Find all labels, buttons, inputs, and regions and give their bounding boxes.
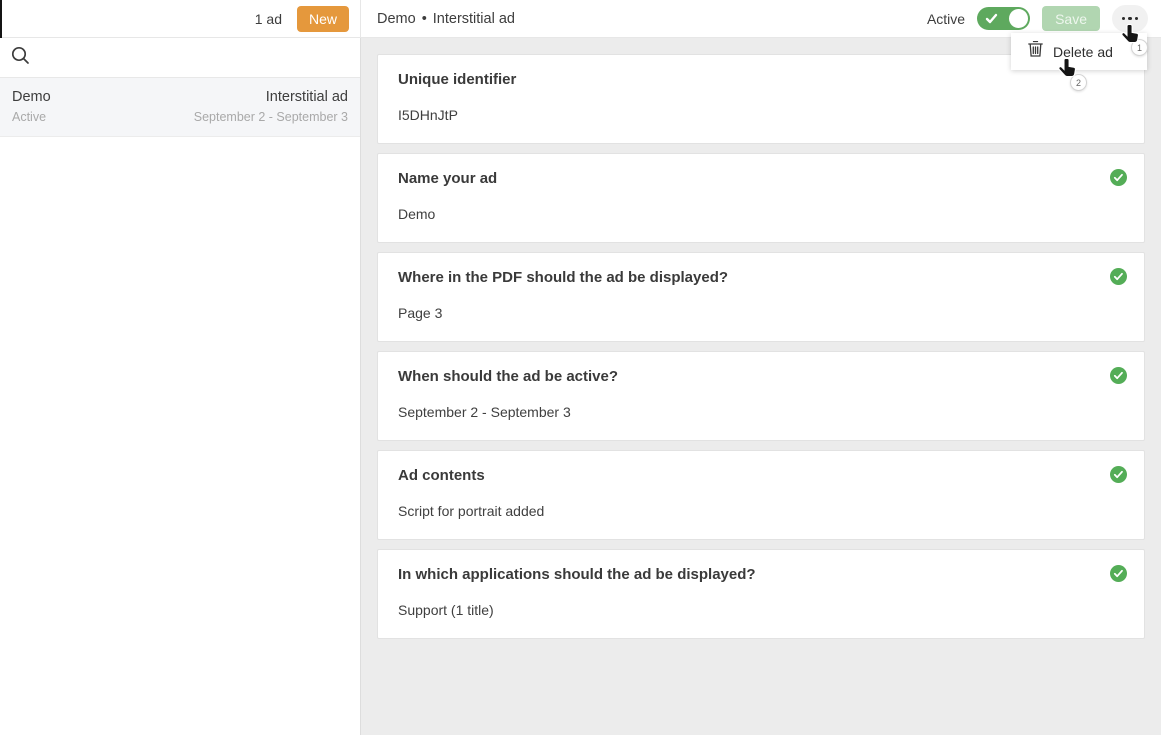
topbar: 1 ad New Demo • Interstitial ad Active S… [0,0,1161,38]
list-item-dates: September 2 - September 3 [193,110,348,124]
card-title: In which applications should the ad be d… [398,566,756,583]
search-bar[interactable] [0,38,360,78]
page-title-name: Demo [377,10,416,27]
check-circle-icon [1110,466,1127,483]
ad-list-item-demo[interactable]: Demo Active Interstitial ad September 2 … [0,78,360,137]
list-item-type: Interstitial ad [265,89,348,105]
check-circle-icon [1110,367,1127,384]
card-active-dates[interactable]: When should the ad be active? September … [377,351,1145,441]
trash-icon [1028,40,1043,62]
card-ad-contents[interactable]: Ad contents Script for portrait added [377,450,1145,540]
toggle-knob[interactable] [1009,9,1029,28]
ad-detail-panel: Unique identifier I5DHnJtP Name your ad … [361,38,1161,735]
new-ad-button[interactable]: New [296,5,349,32]
card-value: I5DHnJtP [398,107,458,123]
topbar-sidebar-section: 1 ad New [0,0,361,37]
card-value: Demo [398,206,436,222]
list-item-name: Demo [12,89,51,105]
search-icon[interactable] [10,45,31,71]
card-value: Support (1 title) [398,602,494,618]
card-title: Where in the PDF should the ad be displa… [398,269,729,286]
save-button[interactable]: Save [1042,6,1100,31]
ad-count-label: 1 ad [254,10,282,27]
card-value: Page 3 [398,305,443,321]
list-item-status: Active [12,110,47,124]
card-applications[interactable]: In which applications should the ad be d… [377,549,1145,639]
card-title: Name your ad [398,170,498,187]
active-toggle[interactable] [977,7,1031,30]
click-cursor-icon [1056,57,1078,81]
click-cursor-icon [1119,23,1141,47]
page-title: Demo • Interstitial ad [361,11,515,27]
check-icon [985,12,998,30]
card-title: When should the ad be active? [398,368,619,385]
card-value: September 2 - September 3 [398,404,571,420]
check-circle-icon [1110,565,1127,582]
card-title: Unique identifier [398,71,517,88]
more-options-icon [1121,16,1126,21]
card-value: Script for portrait added [398,503,545,519]
card-pdf-placement[interactable]: Where in the PDF should the ad be displa… [377,252,1145,342]
card-name-your-ad[interactable]: Name your ad Demo [377,153,1145,243]
check-circle-icon [1110,169,1127,186]
check-circle-icon [1110,268,1127,285]
sidebar: Demo Active Interstitial ad September 2 … [0,38,361,735]
active-label: Active [926,10,966,27]
list-item-left: Demo Active [12,89,51,124]
window-edge [0,0,2,38]
list-item-right: Interstitial ad September 2 - September … [194,89,348,124]
page-title-separator: • [421,10,427,27]
card-title: Ad contents [398,467,485,484]
page-title-type: Interstitial ad [432,10,515,27]
